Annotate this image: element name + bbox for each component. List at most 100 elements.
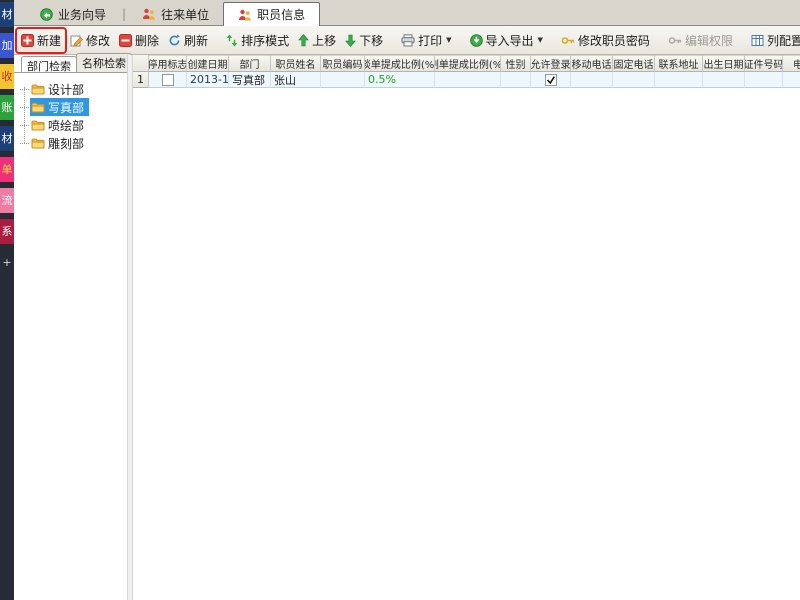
down-icon [345, 34, 356, 47]
folder-icon [31, 119, 45, 131]
rail-tab-7[interactable]: 流 [0, 188, 14, 213]
tree-item-1[interactable]: 设计部 [30, 80, 89, 98]
grid-cell[interactable] [321, 72, 365, 88]
toolbar-button-label: 修改职员密码 [578, 32, 650, 49]
department-tree: 设计部写真部喷绘部雕刻部 [14, 73, 127, 152]
toolbar-button-delete[interactable]: 删除 [115, 29, 163, 52]
column-header-11[interactable]: 固定电话 [613, 55, 655, 72]
folder-icon [31, 101, 45, 113]
rail-tab-6[interactable]: 单 [0, 157, 14, 182]
toolbar-button-up[interactable]: 上移 [294, 29, 340, 52]
column-header-8[interactable]: 性别 [501, 55, 531, 72]
checkbox-unchecked[interactable] [162, 74, 174, 86]
window-tab-2[interactable]: 往来单位 [128, 3, 223, 25]
row-number-cell: 1 [133, 72, 149, 88]
column-header-10[interactable]: 移动电话 [571, 55, 613, 72]
column-header-6[interactable]: 谈单提成比例(%) [365, 55, 435, 72]
sort-icon [226, 34, 238, 47]
chevron-down-icon: ▼ [538, 36, 543, 44]
column-header-15[interactable]: 电 [783, 55, 800, 72]
toolbar-button-import-export[interactable]: 导入导出▼ [466, 29, 547, 52]
tree-item-label: 喷绘部 [48, 117, 84, 134]
column-header-4[interactable]: 职员姓名 [271, 55, 321, 72]
toolbar-button-perm: 编辑权限 [664, 29, 737, 52]
grid-cell[interactable] [149, 72, 187, 88]
tree-item-2[interactable]: 写真部 [30, 98, 89, 116]
toolbar-button-columns[interactable]: 列配置 [747, 29, 800, 52]
grid-cell[interactable] [571, 72, 613, 88]
import-export-icon [470, 34, 483, 47]
column-header-9[interactable]: 允许登录 [531, 55, 571, 72]
grid-cell[interactable]: 0.5% [365, 72, 435, 88]
window-tab-label: 业务向导 [58, 6, 106, 23]
grid-cell[interactable] [655, 72, 703, 88]
up-icon [298, 34, 309, 47]
toolbar-button-key[interactable]: 修改职员密码 [557, 29, 654, 52]
grid-cell[interactable] [501, 72, 531, 88]
column-header-13[interactable]: 出生日期 [703, 55, 745, 72]
column-header-2[interactable]: 创建日期 [187, 55, 229, 72]
grid-body: 1 2013-10-14写真部张山 0.5% [133, 72, 800, 88]
rail-tab-2[interactable]: 加 [0, 33, 14, 58]
tree-item-4[interactable]: 雕刻部 [30, 134, 89, 152]
column-header-14[interactable]: 证件号码 [745, 55, 783, 72]
toolbar: 新建修改删除刷新排序模式上移下移打印▼导入导出▼修改职员密码编辑权限列配置退出 [14, 26, 800, 55]
grid-cell[interactable] [613, 72, 655, 88]
tree-item-3[interactable]: 喷绘部 [30, 116, 89, 134]
toolbar-button-down[interactable]: 下移 [341, 29, 387, 52]
window-tab-1[interactable]: 业务向导 [26, 3, 120, 25]
window-tab-label: 往来单位 [161, 6, 209, 23]
panel-tabs: 部门检索名称检索 [14, 55, 127, 73]
chevron-down-icon: ▼ [446, 36, 451, 44]
window-tabbar: 业务向导 | 往来单位职员信息 [14, 0, 800, 26]
toolbar-button-new[interactable]: 新建 [17, 29, 65, 52]
employee-grid: 停用标志创建日期部门职员姓名职员编码谈单提成比例(%)制单提成比例(%)性别允许… [133, 55, 800, 600]
tab-separator: | [122, 7, 126, 21]
people-icon [238, 9, 252, 21]
rail-tab-5[interactable]: 材 [0, 126, 14, 151]
grid-cell[interactable]: 写真部 [229, 72, 271, 88]
column-header-1[interactable]: 停用标志 [149, 55, 187, 72]
grid-cell[interactable]: 张山 [271, 72, 321, 88]
rail-tab-9[interactable]: + [0, 250, 14, 275]
wizard-icon [40, 8, 53, 21]
rail-tab-1[interactable]: 材 [0, 2, 14, 27]
column-header-5[interactable]: 职员编码 [321, 55, 365, 72]
edit-icon [70, 34, 83, 47]
toolbar-button-label: 删除 [135, 32, 159, 49]
toolbar-button-refresh[interactable]: 刷新 [164, 29, 212, 52]
toolbar-button-sort[interactable]: 排序模式 [222, 29, 293, 52]
grid-cell[interactable]: 2013-10-14 [187, 72, 229, 88]
table-row[interactable]: 1 2013-10-14写真部张山 0.5% [133, 72, 800, 88]
column-header-3[interactable]: 部门 [229, 55, 271, 72]
grid-cell[interactable] [703, 72, 745, 88]
checkbox-checked[interactable] [545, 74, 557, 86]
tree-item-label: 写真部 [48, 99, 84, 116]
print-icon [401, 34, 415, 47]
grid-header-row: 停用标志创建日期部门职员姓名职员编码谈单提成比例(%)制单提成比例(%)性别允许… [133, 55, 800, 72]
toolbar-button-label: 上移 [312, 32, 336, 49]
rail-tab-8[interactable]: 系 [0, 219, 14, 244]
panel-tab-2[interactable]: 名称检索 [76, 53, 132, 72]
grid-cell[interactable] [531, 72, 571, 88]
grid-cell[interactable] [783, 72, 800, 88]
people-icon [142, 8, 156, 20]
window-tab-3[interactable]: 职员信息 [223, 2, 320, 26]
folder-icon [31, 83, 45, 95]
column-header-12[interactable]: 联系地址 [655, 55, 703, 72]
grid-cell[interactable] [745, 72, 783, 88]
tree-item-label: 设计部 [48, 81, 84, 98]
column-header-7[interactable]: 制单提成比例(%) [435, 55, 501, 72]
toolbar-button-label: 编辑权限 [685, 32, 733, 49]
columns-icon [751, 34, 764, 47]
panel-tab-1[interactable]: 部门检索 [21, 56, 77, 72]
toolbar-button-label: 列配置 [767, 32, 800, 49]
toolbar-button-print[interactable]: 打印▼ [397, 29, 455, 52]
toolbar-button-label: 下移 [359, 32, 383, 49]
key-icon [561, 34, 575, 47]
rail-tab-4[interactable]: 账 [0, 95, 14, 120]
toolbar-button-edit[interactable]: 修改 [66, 29, 114, 52]
grid-cell[interactable] [435, 72, 501, 88]
toolbar-button-label: 排序模式 [241, 32, 289, 49]
rail-tab-3[interactable]: 收 [0, 64, 14, 89]
